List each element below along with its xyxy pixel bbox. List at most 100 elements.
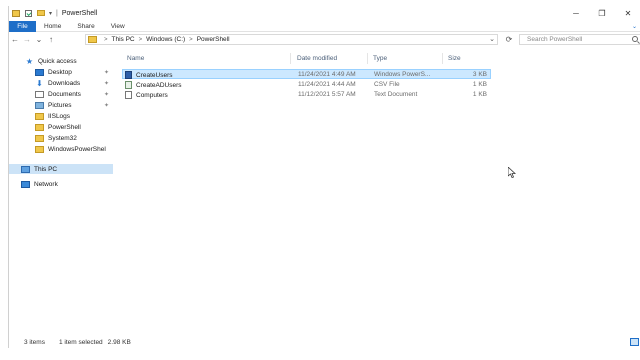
sidebar-item-label: WindowsPowerShel	[48, 145, 106, 153]
status-bar: 3 items 1 item selected 2.98 KB	[9, 336, 640, 348]
column-header-type[interactable]: Type	[373, 53, 387, 64]
sidebar-item-desktop[interactable]: Desktop ✦	[9, 67, 113, 77]
documents-icon	[35, 90, 44, 98]
forward-button[interactable]: →	[21, 34, 33, 46]
sidebar-item-label: Downloads	[48, 79, 81, 87]
pin-icon: ✦	[103, 69, 109, 76]
breadcrumb-this-pc[interactable]: This PC	[112, 36, 135, 43]
refresh-button[interactable]: ⟳	[503, 34, 515, 45]
file-date: 11/24/2021 4:49 AM	[298, 71, 356, 78]
back-button[interactable]: ←	[9, 34, 21, 46]
desktop-icon	[35, 68, 44, 76]
file-size: 3 KB	[472, 71, 487, 78]
column-header-date-modified[interactable]: Date modified	[297, 53, 337, 64]
breadcrumb-powershell[interactable]: PowerShell	[197, 36, 230, 43]
column-divider[interactable]	[290, 53, 291, 64]
pin-icon: ✦	[103, 102, 109, 109]
tab-file[interactable]: File	[9, 20, 36, 32]
file-type: Text Document	[374, 91, 418, 98]
sidebar-item-label: System32	[48, 134, 77, 142]
tab-share[interactable]: Share	[69, 21, 102, 32]
navigation-pane: ★ Quick access Desktop ✦ ⬇ Downloads ✦ D…	[9, 53, 113, 333]
sidebar-item-label: Quick access	[38, 57, 77, 65]
file-row-createusers[interactable]: CreateUsers 11/24/2021 4:49 AM Windows P…	[122, 69, 491, 79]
column-header-size[interactable]: Size	[448, 53, 461, 64]
pin-icon: ✦	[103, 91, 109, 98]
expand-ribbon-button[interactable]: ⌄	[632, 23, 637, 30]
window-controls: ─ ❐ ✕	[563, 6, 640, 20]
network-icon	[21, 180, 30, 188]
sidebar-item-downloads[interactable]: ⬇ Downloads ✦	[9, 78, 113, 88]
sidebar-item-system32[interactable]: System32	[9, 133, 113, 143]
folder-icon	[35, 112, 44, 120]
file-date: 11/24/2021 4:44 AM	[298, 81, 356, 88]
recent-locations-button[interactable]: ⌄	[33, 34, 45, 46]
file-name: CreateUsers	[136, 71, 173, 79]
file-size: 1 KB	[472, 81, 487, 88]
navigation-bar: ← → ⌄ ↑ > This PC > Windows (C:) > Power…	[9, 33, 640, 46]
sidebar-item-network[interactable]: Network	[9, 179, 113, 189]
folder-icon	[35, 134, 44, 142]
search-placeholder: Search PowerShell	[527, 36, 583, 43]
column-divider[interactable]	[442, 53, 443, 64]
search-icon	[632, 36, 638, 42]
sidebar-item-quick-access[interactable]: ★ Quick access	[9, 56, 113, 66]
close-button[interactable]: ✕	[615, 6, 640, 20]
download-icon: ⬇	[36, 78, 43, 88]
file-explorer-window: ▾ | PowerShell ─ ❐ ✕ File Home Share Vie…	[8, 6, 640, 348]
text-file-icon	[125, 91, 132, 99]
powershell-script-icon	[125, 71, 132, 79]
csv-file-icon	[125, 81, 132, 89]
pin-icon: ✦	[103, 80, 109, 87]
column-divider[interactable]	[367, 53, 368, 64]
file-type: Windows PowerS...	[374, 71, 431, 78]
sidebar-item-label: This PC	[34, 165, 58, 173]
tab-home[interactable]: Home	[36, 21, 69, 32]
sidebar-item-label: Desktop	[48, 68, 72, 76]
file-size: 1 KB	[472, 91, 487, 98]
folder-icon	[35, 145, 44, 153]
sidebar-item-powershell[interactable]: PowerShell	[9, 122, 113, 132]
search-input[interactable]: Search PowerShell	[519, 34, 640, 45]
up-button[interactable]: ↑	[45, 34, 57, 46]
new-folder-icon[interactable]	[37, 10, 45, 16]
folder-icon	[88, 36, 97, 43]
file-row-computers[interactable]: Computers 11/12/2021 5:57 AM Text Docume…	[122, 90, 491, 100]
column-header-name[interactable]: Name	[127, 53, 144, 64]
file-row-createadusers[interactable]: CreateADUsers 11/24/2021 4:44 AM CSV Fil…	[122, 80, 491, 90]
address-dropdown-button[interactable]: ⌄	[489, 35, 495, 43]
ribbon-tabs: File Home Share View ⌄	[9, 20, 640, 32]
title-bar: ▾ | PowerShell ─ ❐ ✕	[9, 6, 640, 20]
file-name-cell: CreateADUsers	[125, 81, 182, 89]
customize-toolbar-button[interactable]: ▾	[49, 10, 52, 17]
sidebar-item-windowspowershell[interactable]: WindowsPowerShel	[9, 144, 113, 154]
details-view-button[interactable]	[630, 338, 639, 346]
tab-view[interactable]: View	[103, 21, 133, 32]
sidebar-item-pictures[interactable]: Pictures ✦	[9, 100, 113, 110]
sidebar-item-label: Network	[34, 180, 58, 188]
minimize-button[interactable]: ─	[563, 6, 589, 20]
star-icon: ★	[25, 56, 34, 66]
folder-icon	[12, 9, 20, 17]
breadcrumb-separator: >	[138, 36, 143, 43]
sidebar-item-this-pc[interactable]: This PC	[9, 164, 113, 174]
breadcrumb-separator: >	[189, 36, 193, 43]
status-size: 2.98 KB	[107, 338, 131, 346]
address-bar[interactable]: > This PC > Windows (C:) > PowerShell ⌄	[85, 34, 498, 45]
sidebar-item-label: IISLogs	[48, 112, 71, 120]
window-title: PowerShell	[61, 9, 98, 17]
file-name-cell: Computers	[125, 91, 168, 99]
sidebar-item-label: Pictures	[48, 101, 72, 109]
breadcrumb-windows-c[interactable]: Windows (C:)	[146, 36, 185, 43]
maximize-button[interactable]: ❐	[589, 6, 615, 20]
file-name-cell: CreateUsers	[125, 71, 172, 79]
sidebar-item-iislogs[interactable]: IISLogs	[9, 111, 113, 121]
file-type: CSV File	[374, 81, 400, 88]
status-selection: 1 item selected	[58, 338, 103, 346]
properties-icon[interactable]	[25, 9, 32, 17]
file-name: Computers	[136, 91, 168, 99]
sidebar-item-label: PowerShell	[48, 123, 81, 131]
sidebar-item-documents[interactable]: Documents ✦	[9, 89, 113, 99]
folder-icon	[35, 123, 44, 131]
sidebar-item-label: Documents	[48, 90, 81, 98]
